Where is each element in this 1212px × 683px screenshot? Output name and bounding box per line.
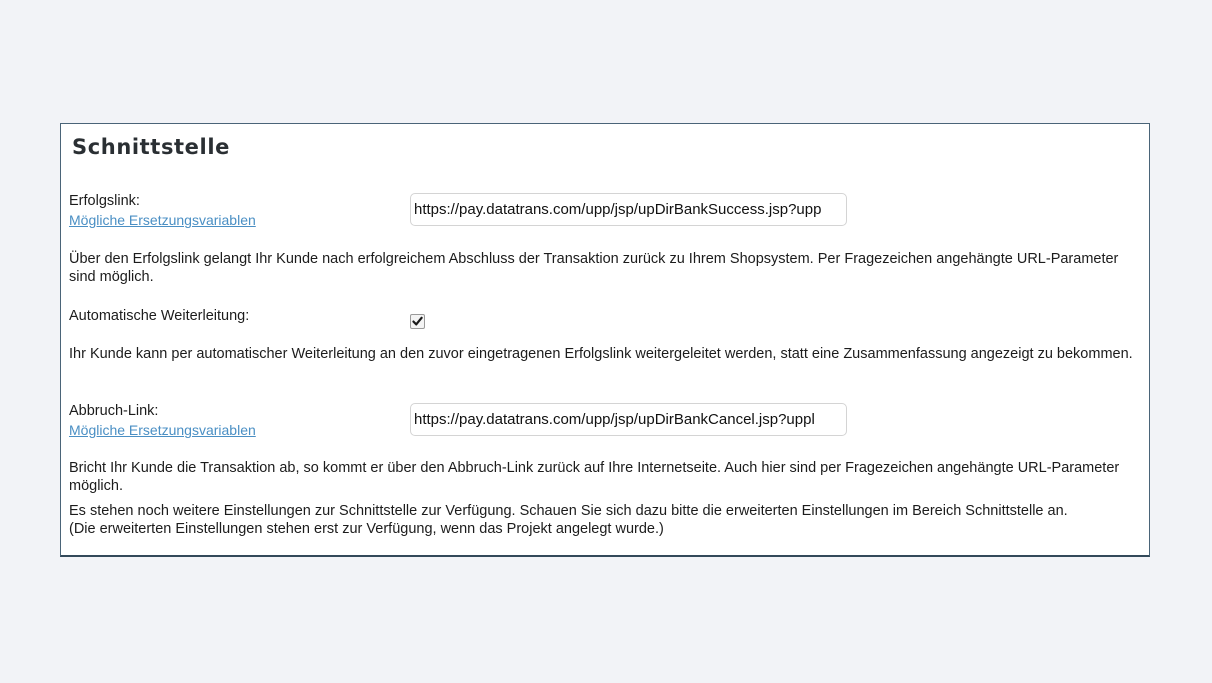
cancel-link-input[interactable] xyxy=(410,403,847,436)
success-link-variables-link[interactable]: Mögliche Ersetzungsvariablen xyxy=(69,212,256,229)
section-title: Schnittstelle xyxy=(72,135,230,159)
checkmark-icon xyxy=(412,316,423,326)
extended-settings-note: Es stehen noch weitere Einstellungen zur… xyxy=(69,503,1068,519)
success-link-input[interactable] xyxy=(410,193,847,226)
auto-redirect-label: Automatische Weiterleitung: xyxy=(69,308,250,324)
extended-settings-hint: (Die erweiterten Einstellungen stehen er… xyxy=(69,521,664,537)
auto-redirect-checkbox[interactable] xyxy=(410,314,425,329)
cancel-link-label: Abbruch-Link: xyxy=(69,403,159,419)
success-link-label: Erfolgslink: xyxy=(69,193,140,209)
auto-redirect-description: Ihr Kunde kann per automatischer Weiterl… xyxy=(69,346,1133,362)
cancel-link-variables-link[interactable]: Mögliche Ersetzungsvariablen xyxy=(69,422,256,439)
schnittstelle-panel: Schnittstelle Erfolgslink: Mögliche Erse… xyxy=(60,123,1150,557)
success-link-description: Über den Erfolgslink gelangt Ihr Kunde n… xyxy=(69,251,1119,285)
cancel-link-description: Bricht Ihr Kunde die Transaktion ab, so … xyxy=(69,460,1120,494)
